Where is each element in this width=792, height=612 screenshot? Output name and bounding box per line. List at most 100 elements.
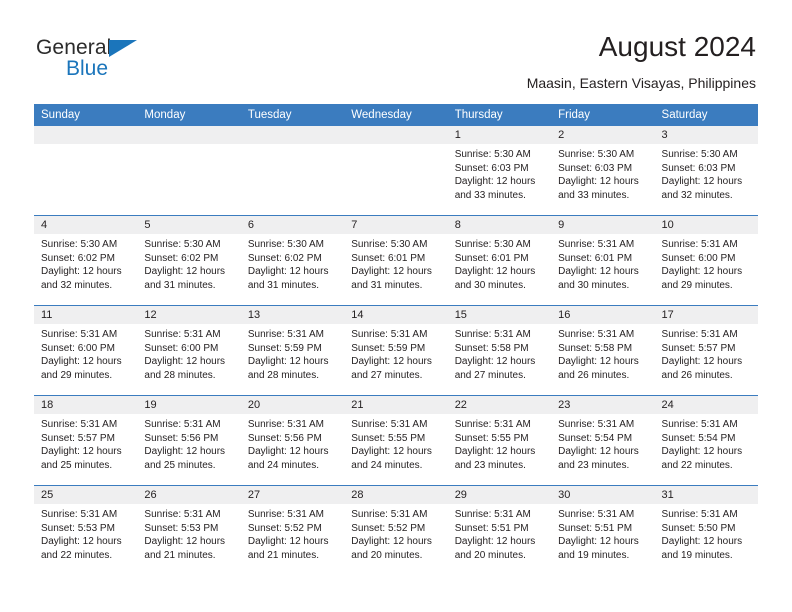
calendar-day-cell[interactable]: 4 Sunrise: 5:30 AM Sunset: 6:02 PM Daylight… <box>34 215 138 306</box>
calendar-day-cell[interactable]: 16 Sunrise: 5:31 AM Sunset: 5:58 PM Dayligh… <box>551 305 655 396</box>
daylight-text-line1: Daylight: 12 hours <box>247 536 329 548</box>
calendar-week-row: 1 Sunrise: 5:30 AM Sunset: 6:03 PM Daylight… <box>34 126 758 216</box>
sunset-text: Sunset: 5:51 PM <box>558 522 633 534</box>
day-details: Sunrise: 5:31 AM Sunset: 6:00 PM Daylight:… <box>137 324 240 382</box>
calendar-day-cell[interactable]: 12 Sunrise: 5:31 AM Sunset: 6:00 PM Dayligh… <box>137 305 241 396</box>
calendar-day-cell[interactable]: 24 Sunrise: 5:31 AM Sunset: 5:54 PM Dayligh… <box>654 395 758 486</box>
daylight-text-line1: Daylight: 12 hours <box>558 356 639 368</box>
day-details: Sunrise: 5:31 AM Sunset: 5:55 PM Daylight:… <box>448 414 551 472</box>
calendar-day-cell[interactable]: 21 Sunrise: 5:31 AM Sunset: 5:55 PM Dayligh… <box>344 395 448 486</box>
calendar-day-cell[interactable]: 10 Sunrise: 5:31 AM Sunset: 6:00 PM Dayligh… <box>654 215 758 306</box>
calendar-day-cell[interactable]: 28 Sunrise: 5:31 AM Sunset: 5:52 PM Dayligh… <box>344 485 448 575</box>
calendar-day-cell[interactable]: 13 Sunrise: 5:31 AM Sunset: 5:59 PM Dayligh… <box>240 305 345 396</box>
sunset-text: Sunset: 6:02 PM <box>41 252 115 264</box>
calendar-day-cell[interactable]: 8 Sunrise: 5:30 AM Sunset: 6:01 PM Daylight… <box>447 215 552 306</box>
calendar-day-cell[interactable]: 23 Sunrise: 5:31 AM Sunset: 5:54 PM Dayligh… <box>551 395 655 486</box>
daylight-text-line1: Daylight: 12 hours <box>144 536 226 548</box>
daylight-text-line1: Daylight: 12 hours <box>454 266 536 278</box>
calendar-day-cell[interactable]: 2 Sunrise: 5:30 AM Sunset: 6:03 PM Daylight… <box>551 126 655 216</box>
sunset-text: Sunset: 6:03 PM <box>558 162 633 174</box>
calendar-day-cell[interactable]: 9 Sunrise: 5:31 AM Sunset: 6:01 PM Daylight… <box>551 215 655 306</box>
day-details: Sunrise: 5:31 AM Sunset: 5:59 PM Daylight:… <box>344 324 447 382</box>
calendar-day-cell[interactable]: 27 Sunrise: 5:31 AM Sunset: 5:52 PM Dayligh… <box>240 485 345 575</box>
calendar-day-cell[interactable]: 20 Sunrise: 5:31 AM Sunset: 5:56 PM Dayligh… <box>240 395 345 486</box>
calendar-page: General Blue August 2024 Maasin, Eastern… <box>0 0 792 612</box>
daylight-text-line2: and 31 minutes. <box>351 279 423 291</box>
day-details: Sunrise: 5:31 AM Sunset: 5:52 PM Daylight:… <box>241 504 344 562</box>
day-number: 3 <box>654 126 758 144</box>
daylight-text-line2: and 29 minutes. <box>661 279 733 291</box>
calendar-day-cell[interactable]: 1 Sunrise: 5:30 AM Sunset: 6:03 PM Daylight… <box>447 126 552 216</box>
day-number <box>344 126 448 144</box>
day-number: 10 <box>654 216 758 234</box>
daylight-text-line2: and 24 minutes. <box>351 459 423 471</box>
page-title: August 2024 <box>598 31 756 62</box>
sunrise-text: Sunrise: 5:30 AM <box>247 239 324 250</box>
calendar-day-cell[interactable]: 14 Sunrise: 5:31 AM Sunset: 5:59 PM Dayligh… <box>344 305 448 396</box>
sunrise-text: Sunrise: 5:31 AM <box>558 239 635 250</box>
calendar-day-cell[interactable]: 7 Sunrise: 5:30 AM Sunset: 6:01 PM Daylight… <box>344 215 448 306</box>
day-number: 16 <box>551 306 655 324</box>
calendar-day-cell[interactable]: 22 Sunrise: 5:31 AM Sunset: 5:55 PM Dayligh… <box>447 395 552 486</box>
daylight-text-line2: and 22 minutes. <box>661 459 733 471</box>
calendar-day-cell[interactable]: 5 Sunrise: 5:30 AM Sunset: 6:02 PM Daylight… <box>137 215 241 306</box>
calendar-day-cell[interactable]: 18 Sunrise: 5:31 AM Sunset: 5:57 PM Dayligh… <box>34 395 138 486</box>
calendar-cell-empty <box>137 126 241 216</box>
calendar-day-cell[interactable]: 25 Sunrise: 5:31 AM Sunset: 5:53 PM Dayligh… <box>34 485 138 575</box>
calendar-day-cell[interactable]: 3 Sunrise: 5:30 AM Sunset: 6:03 PM Daylight… <box>654 126 758 216</box>
day-number: 4 <box>34 216 138 234</box>
day-number: 23 <box>551 396 655 414</box>
day-number: 17 <box>654 306 758 324</box>
day-number: 27 <box>240 486 345 504</box>
daylight-text-line2: and 26 minutes. <box>661 369 733 381</box>
day-number: 24 <box>654 396 758 414</box>
daylight-text-line1: Daylight: 12 hours <box>351 266 432 278</box>
calendar-day-cell[interactable]: 6 Sunrise: 5:30 AM Sunset: 6:02 PM Daylight… <box>240 215 345 306</box>
page-subtitle: Maasin, Eastern Visayas, Philippines <box>526 75 756 91</box>
calendar-day-cell[interactable]: 30 Sunrise: 5:31 AM Sunset: 5:51 PM Dayligh… <box>551 485 655 575</box>
day-details: Sunrise: 5:30 AM Sunset: 6:03 PM Daylight:… <box>448 144 551 202</box>
sunset-text: Sunset: 5:52 PM <box>351 522 426 534</box>
daylight-text-line1: Daylight: 12 hours <box>661 176 743 188</box>
sunrise-text: Sunrise: 5:31 AM <box>247 419 324 430</box>
day-details: Sunrise: 5:31 AM Sunset: 6:00 PM Daylight:… <box>655 234 758 292</box>
general-blue-logo[interactable]: General Blue <box>36 36 236 86</box>
page-header: General Blue August 2024 Maasin, Eastern… <box>0 0 792 100</box>
calendar-day-cell[interactable]: 11 Sunrise: 5:31 AM Sunset: 6:00 PM Dayligh… <box>34 305 138 396</box>
sunrise-text: Sunrise: 5:31 AM <box>351 509 428 520</box>
logo-text-blue: Blue <box>66 57 109 80</box>
sunset-text: Sunset: 6:02 PM <box>144 252 219 264</box>
daylight-text-line2: and 29 minutes. <box>41 369 113 381</box>
daylight-text-line2: and 28 minutes. <box>144 369 216 381</box>
calendar-cell-empty <box>344 126 448 216</box>
day-number <box>137 126 241 144</box>
daylight-text-line1: Daylight: 12 hours <box>41 266 122 278</box>
day-details: Sunrise: 5:31 AM Sunset: 6:00 PM Daylight:… <box>34 324 137 382</box>
calendar-day-cell[interactable]: 19 Sunrise: 5:31 AM Sunset: 5:56 PM Dayligh… <box>137 395 241 486</box>
daylight-text-line2: and 30 minutes. <box>558 279 630 291</box>
calendar-day-cell[interactable]: 29 Sunrise: 5:31 AM Sunset: 5:51 PM Dayligh… <box>447 485 552 575</box>
day-details: Sunrise: 5:31 AM Sunset: 5:50 PM Daylight:… <box>655 504 758 562</box>
calendar-day-cell[interactable]: 17 Sunrise: 5:31 AM Sunset: 5:57 PM Dayligh… <box>654 305 758 396</box>
sunset-text: Sunset: 5:57 PM <box>661 342 736 354</box>
daylight-text-line2: and 28 minutes. <box>247 369 320 381</box>
day-number <box>34 126 138 144</box>
day-details: Sunrise: 5:31 AM Sunset: 5:53 PM Daylight:… <box>34 504 137 562</box>
day-number: 15 <box>447 306 552 324</box>
daylight-text-line1: Daylight: 12 hours <box>454 446 536 458</box>
daylight-text-line2: and 25 minutes. <box>144 459 216 471</box>
calendar-day-cell[interactable]: 15 Sunrise: 5:31 AM Sunset: 5:58 PM Dayligh… <box>447 305 552 396</box>
sunrise-text: Sunrise: 5:31 AM <box>144 329 221 340</box>
calendar-day-cell[interactable]: 31 Sunrise: 5:31 AM Sunset: 5:50 PM Dayligh… <box>654 485 758 575</box>
weekday-header-tuesday: Tuesday <box>240 104 345 126</box>
sunrise-text: Sunrise: 5:31 AM <box>558 509 635 520</box>
sunrise-text: Sunrise: 5:31 AM <box>558 419 635 430</box>
calendar-week-row: 4 Sunrise: 5:30 AM Sunset: 6:02 PM Daylight… <box>34 215 758 306</box>
day-details: Sunrise: 5:31 AM Sunset: 5:58 PM Daylight:… <box>448 324 551 382</box>
day-number: 2 <box>551 126 655 144</box>
day-details: Sunrise: 5:30 AM Sunset: 6:03 PM Daylight:… <box>655 144 758 202</box>
calendar-day-cell[interactable]: 26 Sunrise: 5:31 AM Sunset: 5:53 PM Dayligh… <box>137 485 241 575</box>
sunrise-text: Sunrise: 5:31 AM <box>41 419 118 430</box>
daylight-text-line1: Daylight: 12 hours <box>351 356 432 368</box>
daylight-text-line1: Daylight: 12 hours <box>41 536 122 548</box>
